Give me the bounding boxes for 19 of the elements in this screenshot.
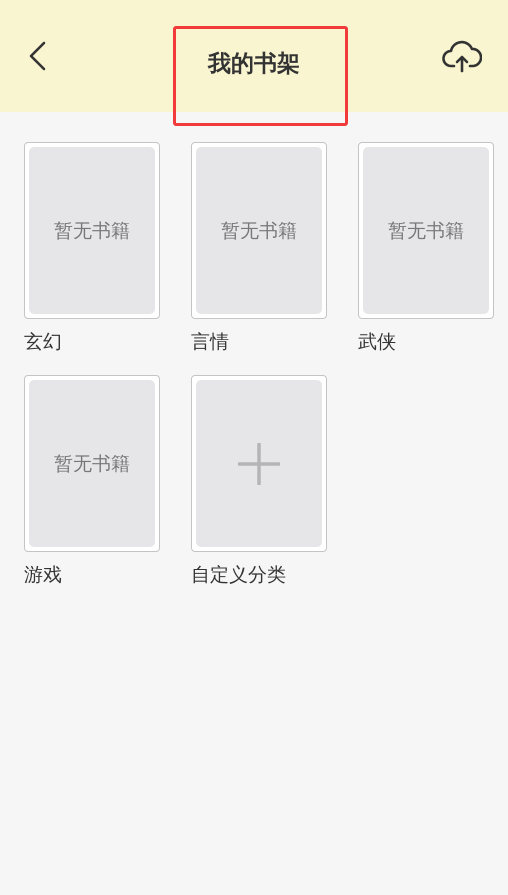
- shelf-card[interactable]: 暂无书籍: [358, 142, 494, 319]
- empty-shelf-text: 暂无书籍: [54, 452, 130, 476]
- back-icon: [28, 41, 46, 71]
- shelf-card[interactable]: 暂无书籍: [191, 142, 327, 319]
- shelf-label: 游戏: [24, 564, 63, 586]
- upload-button[interactable]: [442, 39, 482, 73]
- shelf-card[interactable]: 暂无书籍: [24, 375, 160, 552]
- empty-shelf-text: 暂无书籍: [388, 218, 464, 244]
- cloud-upload-icon: [442, 39, 482, 73]
- empty-shelf-text: 暂无书籍: [54, 218, 130, 244]
- shelf-label: 武侠: [358, 331, 397, 353]
- back-button[interactable]: [28, 41, 46, 71]
- shelf-label: 言情: [191, 331, 230, 353]
- shelf-label: 自定义分类: [191, 564, 287, 586]
- shelf-label: 玄幻: [24, 331, 63, 353]
- page-title: 我的书架: [208, 50, 300, 79]
- plus-icon: [238, 442, 280, 484]
- empty-shelf-text: 暂无书籍: [221, 218, 297, 244]
- shelf-card[interactable]: 暂无书籍: [24, 142, 160, 319]
